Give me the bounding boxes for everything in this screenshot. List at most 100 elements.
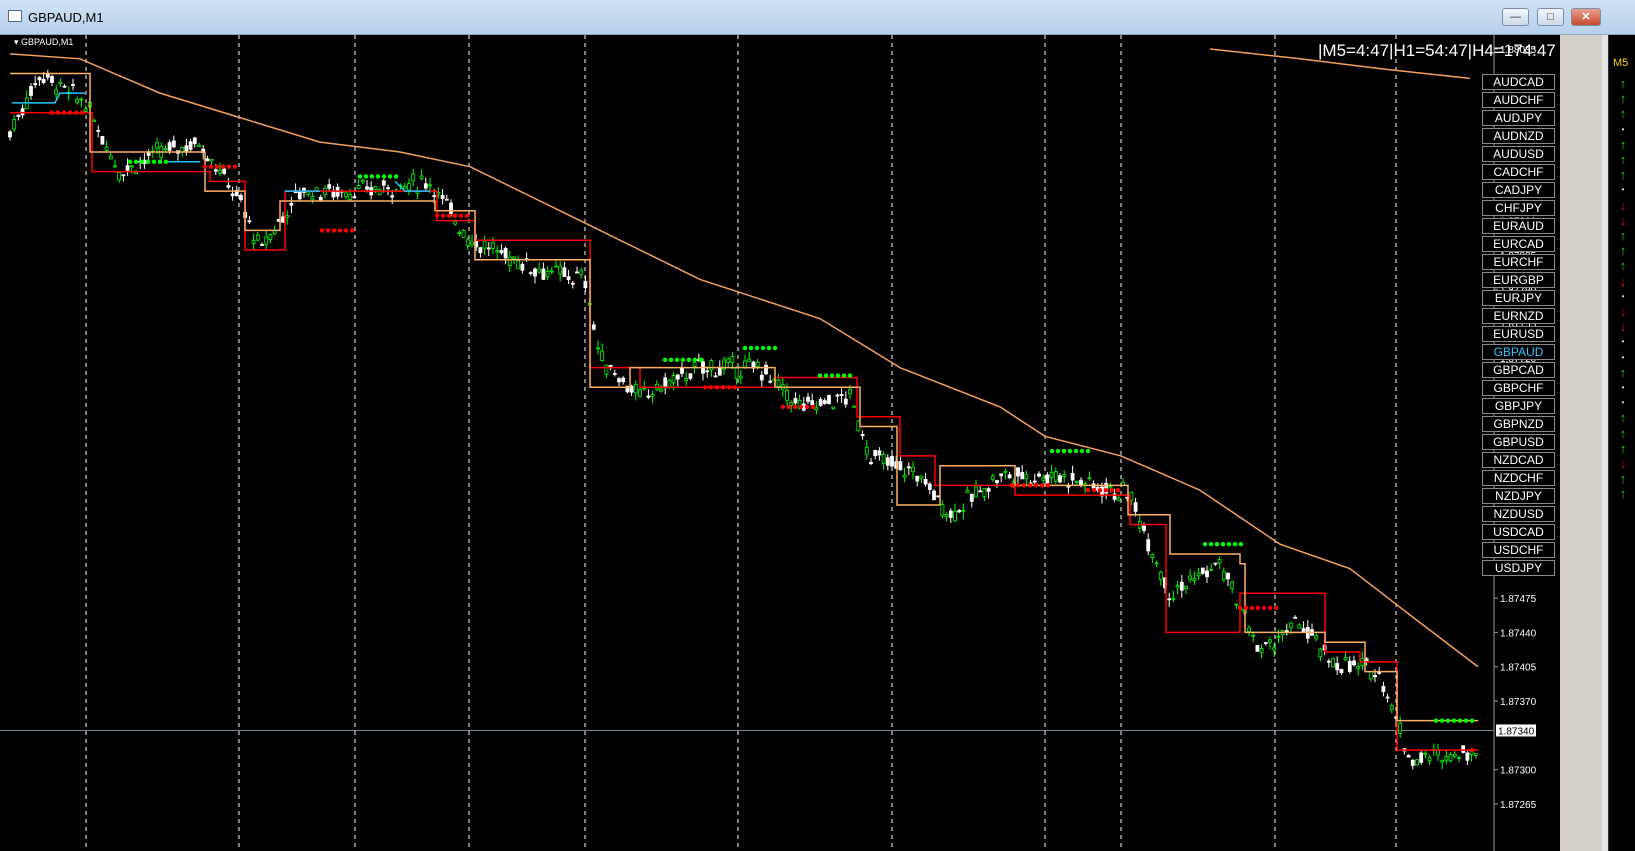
candle-body <box>1037 473 1041 477</box>
pair-button-cadchf[interactable]: CADCHF <box>1482 164 1555 180</box>
green-signal-dot <box>817 373 823 378</box>
pair-button-chfjpy[interactable]: CHFJPY <box>1482 200 1555 216</box>
red-signal-dot <box>714 385 720 390</box>
candle-timer: |M5=4:47|H1=54:47|H4=174:47 <box>1318 41 1556 60</box>
candle-body <box>1473 753 1478 756</box>
pair-button-gbpaud[interactable]: GBPAUD <box>1482 344 1555 360</box>
candle-body <box>789 401 794 406</box>
candle-body <box>297 191 302 200</box>
green-signal-dot <box>1451 718 1457 723</box>
green-signal-dot <box>1079 448 1085 454</box>
red-signal-dot <box>1469 747 1475 753</box>
pair-button-audnzd[interactable]: AUDNZD <box>1482 128 1555 144</box>
price-chart[interactable]: 1.880351.880001.879651.879301.878951.878… <box>0 35 1560 851</box>
candle-body <box>167 142 172 151</box>
candle-body <box>1251 634 1256 637</box>
candle-body <box>533 268 537 277</box>
red-signal-dot <box>325 228 331 233</box>
pair-button-eurcad[interactable]: EURCAD <box>1482 236 1555 252</box>
candle-body <box>583 280 588 289</box>
pair-button-nzdjpy[interactable]: NZDJPY <box>1482 488 1555 504</box>
candle-body <box>713 375 718 378</box>
pair-button-eurusd[interactable]: EURUSD <box>1482 326 1555 342</box>
pair-button-audchf[interactable]: AUDCHF <box>1482 92 1555 108</box>
pair-button-gbpcad[interactable]: GBPCAD <box>1482 362 1555 378</box>
candle-body <box>730 356 735 364</box>
candle-body <box>33 83 38 86</box>
pair-button-gbpnzd[interactable]: GBPNZD <box>1482 416 1555 432</box>
candle-body <box>923 478 928 485</box>
neutral-dot-icon: • <box>1621 291 1625 301</box>
candle-body <box>869 461 873 465</box>
candle-body <box>692 361 697 367</box>
pair-button-audjpy[interactable]: AUDJPY <box>1482 110 1555 126</box>
pair-button-eurjpy[interactable]: EURJPY <box>1482 290 1555 306</box>
candle-body <box>1297 624 1302 629</box>
red-signal-dot <box>1103 488 1109 493</box>
green-signal-dot <box>363 174 369 179</box>
candle-body <box>251 240 256 244</box>
candle-body <box>1209 569 1214 571</box>
candle-body <box>1192 578 1197 582</box>
red-signal-dot <box>786 404 792 410</box>
green-signal-dot <box>1049 448 1055 454</box>
chart-area[interactable]: 1.880351.880001.879651.879301.878951.878… <box>0 35 1560 851</box>
candle-body <box>1150 553 1155 559</box>
candle-body <box>499 250 504 254</box>
red-signal-dot <box>79 110 85 115</box>
candle-body <box>1066 485 1071 488</box>
candle-body <box>344 192 348 197</box>
candle-body <box>1423 752 1428 755</box>
pair-button-audcad[interactable]: AUDCAD <box>1482 74 1555 90</box>
red-signal-dot <box>232 164 238 169</box>
pair-button-gbpjpy[interactable]: GBPJPY <box>1482 398 1555 414</box>
pair-button-usdchf[interactable]: USDCHF <box>1482 542 1555 558</box>
pair-button-eurgbp[interactable]: EURGBP <box>1482 272 1555 288</box>
candle-body <box>1415 759 1419 766</box>
candle-body <box>134 171 138 175</box>
pair-button-euraud[interactable]: EURAUD <box>1482 218 1555 234</box>
candle-body <box>911 466 915 473</box>
pair-button-eurchf[interactable]: EURCHF <box>1482 254 1555 270</box>
candle-body <box>1272 647 1277 651</box>
candle-body <box>516 260 521 270</box>
pair-button-nzdusd[interactable]: NZDUSD <box>1482 506 1555 522</box>
pair-button-cadjpy[interactable]: CADJPY <box>1482 182 1555 198</box>
minimize-button[interactable]: — <box>1502 8 1529 26</box>
pair-button-eurnzd[interactable]: EURNZD <box>1482 308 1555 324</box>
candle-body <box>125 165 130 171</box>
close-button[interactable]: ✕ <box>1571 8 1601 26</box>
red-signal-dot <box>1109 488 1115 493</box>
green-signal-dot <box>1457 718 1463 723</box>
candle-body <box>650 394 655 397</box>
price-tick-label: 1.87265 <box>1500 800 1537 811</box>
candle-body <box>192 137 197 145</box>
candle-body <box>1436 749 1440 756</box>
pair-button-audusd[interactable]: AUDUSD <box>1482 146 1555 162</box>
candle-body <box>20 108 25 116</box>
candle-body <box>1049 471 1054 478</box>
candle-body <box>352 196 357 199</box>
candle-body <box>764 364 768 375</box>
pair-button-nzdchf[interactable]: NZDCHF <box>1482 470 1555 486</box>
candle-body <box>507 256 512 267</box>
green-signal-dot <box>823 373 829 378</box>
pair-button-gbpchf[interactable]: GBPCHF <box>1482 380 1555 396</box>
pair-button-usdcad[interactable]: USDCAD <box>1482 524 1555 540</box>
candle-body <box>818 398 823 406</box>
candle-body <box>1154 562 1159 565</box>
green-signal-dot <box>1469 718 1475 723</box>
candle-body <box>1385 696 1390 699</box>
candle-body <box>1448 754 1453 761</box>
pair-button-gbpusd[interactable]: GBPUSD <box>1482 434 1555 450</box>
maximize-button[interactable]: □ <box>1537 8 1564 26</box>
candle-body <box>717 366 722 376</box>
pair-button-usdjpy[interactable]: USDJPY <box>1482 560 1555 576</box>
candle-body <box>486 247 491 250</box>
pair-button-nzdcad[interactable]: NZDCAD <box>1482 452 1555 468</box>
neutral-dot-icon: • <box>1621 185 1625 195</box>
green-signal-dot <box>772 345 778 351</box>
candle-body <box>1032 480 1037 483</box>
candle-body <box>1377 672 1382 674</box>
red-signal-dot <box>49 110 55 115</box>
